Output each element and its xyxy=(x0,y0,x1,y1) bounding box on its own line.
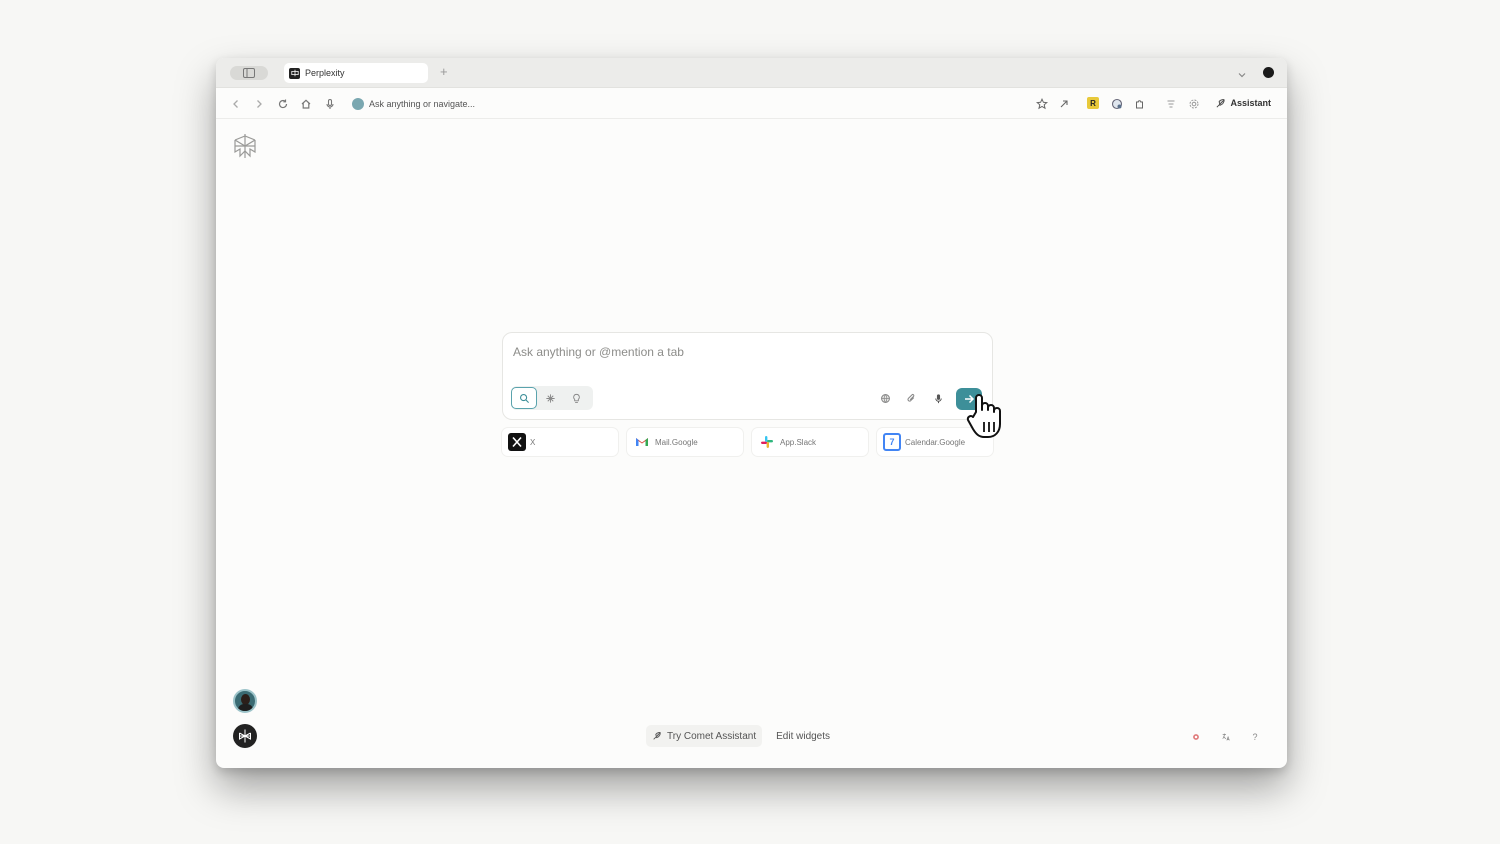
bottom-bar: Try Comet Assistant Edit widgets xyxy=(646,725,836,747)
paperclip-icon xyxy=(907,393,914,402)
assistant-button[interactable]: Assistant xyxy=(1215,96,1271,110)
shortcut-app-slack[interactable]: App.Slack xyxy=(752,428,868,456)
assistant-feather-icon xyxy=(1216,98,1226,107)
menu-lines-icon[interactable] xyxy=(1165,97,1177,109)
translate-icon[interactable] xyxy=(1219,730,1233,744)
share-icon[interactable] xyxy=(1058,97,1070,109)
chevron-down-icon[interactable] xyxy=(1237,67,1247,78)
help-button[interactable]: ? xyxy=(1248,730,1262,744)
attach-button[interactable] xyxy=(904,391,918,405)
hand-pointer-cursor-icon xyxy=(964,392,1008,442)
notification-icon[interactable] xyxy=(1189,730,1203,744)
bookmark-star-icon[interactable] xyxy=(1035,97,1049,110)
assistant-label: Assistant xyxy=(1230,98,1271,108)
tab-perplexity[interactable]: Perplexity xyxy=(284,63,428,83)
try-assistant-label: Try Comet Assistant xyxy=(667,730,757,742)
search-mode-group xyxy=(511,386,593,410)
lightbulb-icon xyxy=(572,393,580,403)
new-tab-button[interactable]: + xyxy=(440,65,448,79)
search-mode-button[interactable] xyxy=(511,387,537,409)
research-mode-button[interactable] xyxy=(537,387,563,409)
voice-button[interactable] xyxy=(931,391,945,405)
try-comet-assistant-button[interactable]: Try Comet Assistant xyxy=(646,725,763,747)
perplexity-app-icon[interactable] xyxy=(233,724,257,748)
shortcut-x[interactable]: X xyxy=(502,428,618,456)
perplexity-globe-icon xyxy=(352,98,364,110)
user-avatar[interactable] xyxy=(233,689,257,713)
shortcut-label: App.Slack xyxy=(780,437,817,447)
profile-icon[interactable] xyxy=(1263,67,1274,78)
extension-r-icon[interactable]: R xyxy=(1087,97,1099,109)
sidebar-toggle-button[interactable] xyxy=(230,66,268,80)
extension-globe-icon[interactable] xyxy=(1111,97,1123,110)
shortcut-label: Mail.Google xyxy=(655,437,698,447)
omnibox-placeholder: Ask anything or navigate... xyxy=(369,99,476,109)
browser-window: Perplexity + Ask anything or navigate... xyxy=(216,58,1287,768)
x-logo-icon xyxy=(508,433,526,451)
shortcut-label: X xyxy=(530,437,536,447)
globe-icon xyxy=(880,393,890,403)
slack-icon xyxy=(758,433,776,451)
labs-mode-button[interactable] xyxy=(563,387,589,409)
tab-title: Perplexity xyxy=(305,68,345,78)
tab-bar: Perplexity + xyxy=(216,58,1287,88)
search-input[interactable] xyxy=(513,343,913,361)
search-card xyxy=(502,332,993,420)
perplexity-favicon-icon xyxy=(289,67,300,79)
search-icon xyxy=(519,393,529,403)
edit-widgets-button[interactable]: Edit widgets xyxy=(770,725,836,747)
shortcut-widgets: X Mail.Google App.Slack 7 Calendar.Googl… xyxy=(502,428,993,456)
omnibox[interactable]: Ask anything or navigate... xyxy=(352,97,475,111)
sidebar-icon xyxy=(243,68,255,78)
globe-button[interactable] xyxy=(878,391,892,405)
back-icon[interactable] xyxy=(230,97,242,109)
microphone-icon xyxy=(934,393,942,403)
forward-icon[interactable] xyxy=(253,97,265,109)
gmail-icon xyxy=(633,433,651,451)
research-icon xyxy=(545,393,555,403)
reload-icon[interactable] xyxy=(277,97,289,109)
shortcut-label: Calendar.Google xyxy=(905,437,966,447)
settings-gear-icon[interactable] xyxy=(1188,97,1200,109)
microphone-icon[interactable] xyxy=(324,97,336,109)
perplexity-logo-icon[interactable] xyxy=(232,132,258,160)
home-icon[interactable] xyxy=(300,97,312,109)
extensions-puzzle-icon[interactable] xyxy=(1134,97,1146,109)
feather-icon xyxy=(653,732,661,740)
toolbar: Ask anything or navigate... R Assistant xyxy=(216,88,1287,119)
shortcut-mail-google[interactable]: Mail.Google xyxy=(627,428,743,456)
google-calendar-icon: 7 xyxy=(883,433,901,451)
